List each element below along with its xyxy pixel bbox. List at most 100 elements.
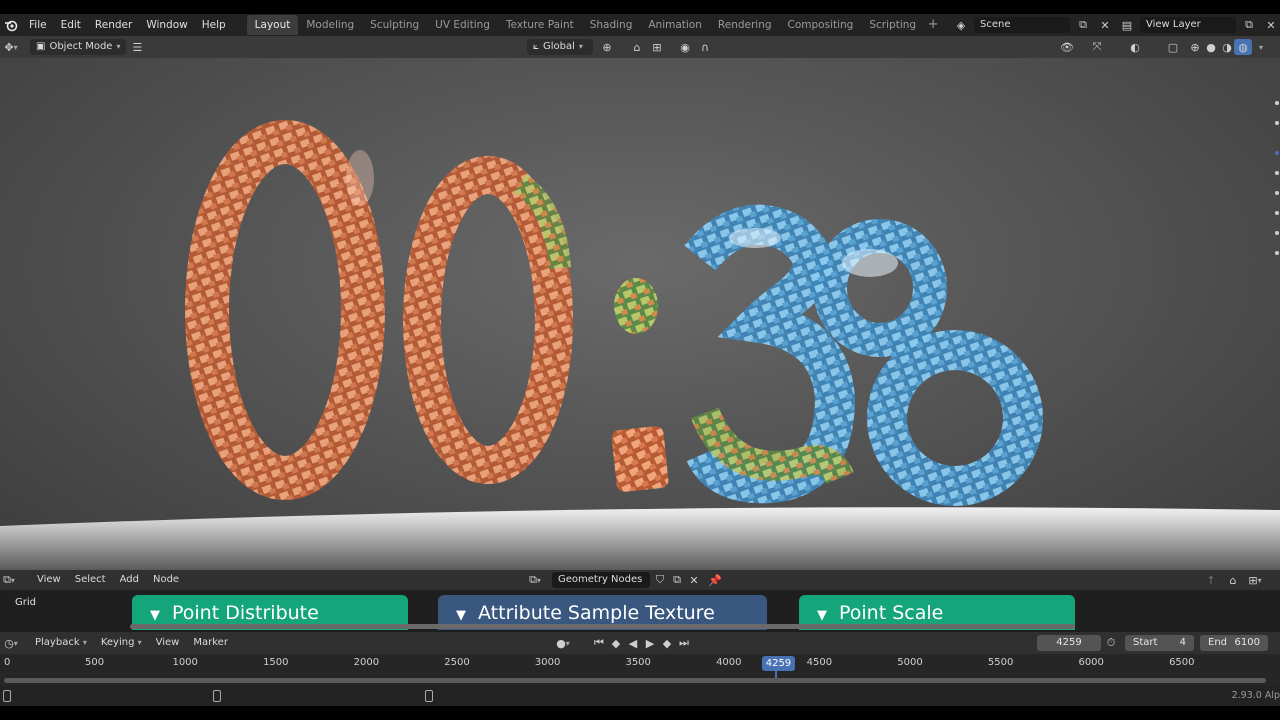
add-workspace-icon[interactable]: + xyxy=(924,15,942,35)
node-tree-name-field[interactable]: Geometry Nodes xyxy=(552,572,650,588)
tab-scripting[interactable]: Scripting xyxy=(861,15,924,35)
chevron-down-icon: ▾ xyxy=(116,42,121,51)
colon-bottom-dot xyxy=(611,426,669,492)
delete-view-layer-icon[interactable]: ✕ xyxy=(1262,17,1280,33)
snap-target-icon[interactable]: ⊞ xyxy=(648,39,666,55)
version-label: 2.93.0 Alp xyxy=(1231,690,1280,701)
play-reverse-icon[interactable]: ◀ xyxy=(624,635,642,651)
current-frame-field[interactable]: 4259 xyxy=(1037,635,1101,651)
xray-icon[interactable]: ▢ xyxy=(1164,39,1182,55)
snap-icon[interactable]: ⌂ xyxy=(628,39,646,55)
timeline-scrollbar[interactable] xyxy=(4,678,1266,683)
current-frame-badge[interactable]: 4259 xyxy=(761,656,796,671)
new-node-tree-icon[interactable]: ⧉ xyxy=(668,572,686,588)
tab-texture-paint[interactable]: Texture Paint xyxy=(498,15,582,35)
highlight xyxy=(729,228,781,248)
menu-file[interactable]: File xyxy=(22,14,54,36)
tab-rendering[interactable]: Rendering xyxy=(710,15,780,35)
timeline-ruler[interactable]: 0 500 1000 1500 2000 2500 3000 3500 4000 4500 5000… xyxy=(0,654,1280,674)
tab-shading[interactable]: Shading xyxy=(582,15,641,35)
view-layer-icon[interactable]: ▤ xyxy=(1118,17,1136,33)
hamburger-menu-icon[interactable]: ☰ xyxy=(128,39,146,55)
menu-window[interactable]: Window xyxy=(139,14,194,36)
node-snap-target-icon[interactable]: ⊞ ▾ xyxy=(1246,572,1264,588)
play-icon[interactable]: ▶ xyxy=(641,635,659,651)
digit-zero-2 xyxy=(403,156,573,484)
overlay-icon[interactable]: ◐ xyxy=(1126,39,1144,55)
colon-top-dot xyxy=(614,278,658,334)
blender-logo-icon[interactable] xyxy=(0,14,22,36)
start-frame-field[interactable]: Start 4 xyxy=(1125,635,1194,651)
object-mode-label: Object Mode xyxy=(49,41,113,52)
jump-start-icon[interactable]: ⏮ xyxy=(590,635,608,651)
timeline-tick-label: 3000 xyxy=(534,657,561,668)
proportional-edit-icon[interactable]: ◉ xyxy=(676,39,694,55)
highlight xyxy=(842,249,898,277)
timeline-tick-label: 4000 xyxy=(716,657,742,668)
next-keyframe-icon[interactable]: ◆ xyxy=(658,635,676,651)
timeline-menu-playback[interactable]: Playback ▾ xyxy=(28,632,94,654)
new-view-layer-icon[interactable]: ⧉ xyxy=(1240,17,1258,33)
collapse-triangle-icon[interactable]: ▼ xyxy=(817,608,827,623)
node-menu-select[interactable]: Select xyxy=(68,570,113,590)
gizmo-icon[interactable]: ⤧ xyxy=(1088,39,1106,55)
workspace-tabs: Layout Modeling Sculpting UV Editing Tex… xyxy=(246,14,942,36)
rendered-shading-icon[interactable]: ◍ xyxy=(1234,39,1252,55)
end-frame-field[interactable]: End 6100 xyxy=(1200,635,1268,651)
editor-type-icon[interactable]: ✥ ▾ xyxy=(2,39,20,55)
node-snap-icon[interactable]: ⌂ xyxy=(1224,572,1242,588)
node-editor-scrollbar[interactable] xyxy=(130,624,1075,629)
timeline-tick-label: 5500 xyxy=(987,657,1014,668)
view-layer-field[interactable]: View Layer xyxy=(1140,17,1236,33)
orientation-dropdown[interactable]: ⟀ Global ▾ xyxy=(527,39,593,55)
node-editor-header: ⧉ ▾ View Select Add Node ⧉ ▾ Geometry Node… xyxy=(0,570,1280,590)
pin-icon[interactable]: 📌 xyxy=(706,572,724,588)
pivot-icon[interactable]: ⊕ xyxy=(598,39,616,55)
stopwatch-icon[interactable]: ⏱ xyxy=(1102,635,1120,651)
fake-user-shield-icon[interactable]: ⛉ xyxy=(651,572,669,588)
menu-edit[interactable]: Edit xyxy=(54,14,88,36)
timeline-menu-keying[interactable]: Keying ▾ xyxy=(94,632,149,654)
collapse-triangle-icon[interactable]: ▼ xyxy=(456,608,466,623)
tab-sculpting[interactable]: Sculpting xyxy=(362,15,427,35)
timeline-tick-label: 4500 xyxy=(806,657,833,668)
tab-compositing[interactable]: Compositing xyxy=(780,15,862,35)
node-tree-type-icon[interactable]: ⧉ ▾ xyxy=(526,572,544,588)
node-title: Point Distribute xyxy=(172,602,319,624)
node-menu-add[interactable]: Add xyxy=(113,570,146,590)
parent-node-tree-icon[interactable]: ↑ xyxy=(1202,572,1220,588)
scene-field[interactable]: Scene xyxy=(974,17,1070,33)
scene-icon[interactable]: ◈ xyxy=(952,17,970,33)
tab-layout[interactable]: Layout xyxy=(246,15,299,35)
viewport-side-toolbar[interactable] xyxy=(1272,78,1280,278)
end-label: End xyxy=(1208,637,1228,648)
node-menu-view[interactable]: View xyxy=(30,570,68,590)
new-scene-icon[interactable]: ⧉ xyxy=(1074,17,1092,33)
object-mode-dropdown[interactable]: ▣ Object Mode ▾ xyxy=(30,39,127,55)
menu-render[interactable]: Render xyxy=(88,14,139,36)
jump-end-icon[interactable]: ⏭ xyxy=(675,635,693,651)
menu-help[interactable]: Help xyxy=(195,14,233,36)
record-icon[interactable]: ● ▾ xyxy=(554,635,572,651)
visibility-icon[interactable]: 👁 xyxy=(1058,39,1076,55)
timeline-menu-marker[interactable]: Marker xyxy=(186,632,235,654)
prev-keyframe-icon[interactable]: ◆ xyxy=(607,635,625,651)
node-title: Attribute Sample Texture xyxy=(478,602,715,624)
timeline-menu-view[interactable]: View xyxy=(149,632,187,654)
tab-uv-editing[interactable]: UV Editing xyxy=(427,15,498,35)
unlink-node-tree-icon[interactable]: ✕ xyxy=(685,572,703,588)
timeline-tick-label: 2500 xyxy=(444,657,470,668)
3d-viewport[interactable] xyxy=(0,58,1280,570)
delete-scene-icon[interactable]: ✕ xyxy=(1096,17,1114,33)
tab-modeling[interactable]: Modeling xyxy=(298,15,362,35)
timeline-editor-type-icon[interactable]: ◷ ▾ xyxy=(2,635,20,651)
node-title: Point Scale xyxy=(839,602,944,624)
node-menu-node[interactable]: Node xyxy=(146,570,186,590)
tab-animation[interactable]: Animation xyxy=(640,15,710,35)
falloff-icon[interactable]: ∩ xyxy=(696,39,714,55)
collapse-triangle-icon[interactable]: ▼ xyxy=(150,608,160,623)
shading-options-icon[interactable]: ▾ xyxy=(1252,39,1270,55)
digit-zero-1 xyxy=(185,120,385,500)
end-value: 6100 xyxy=(1234,637,1260,648)
node-editor-type-icon[interactable]: ⧉ ▾ xyxy=(0,572,18,588)
